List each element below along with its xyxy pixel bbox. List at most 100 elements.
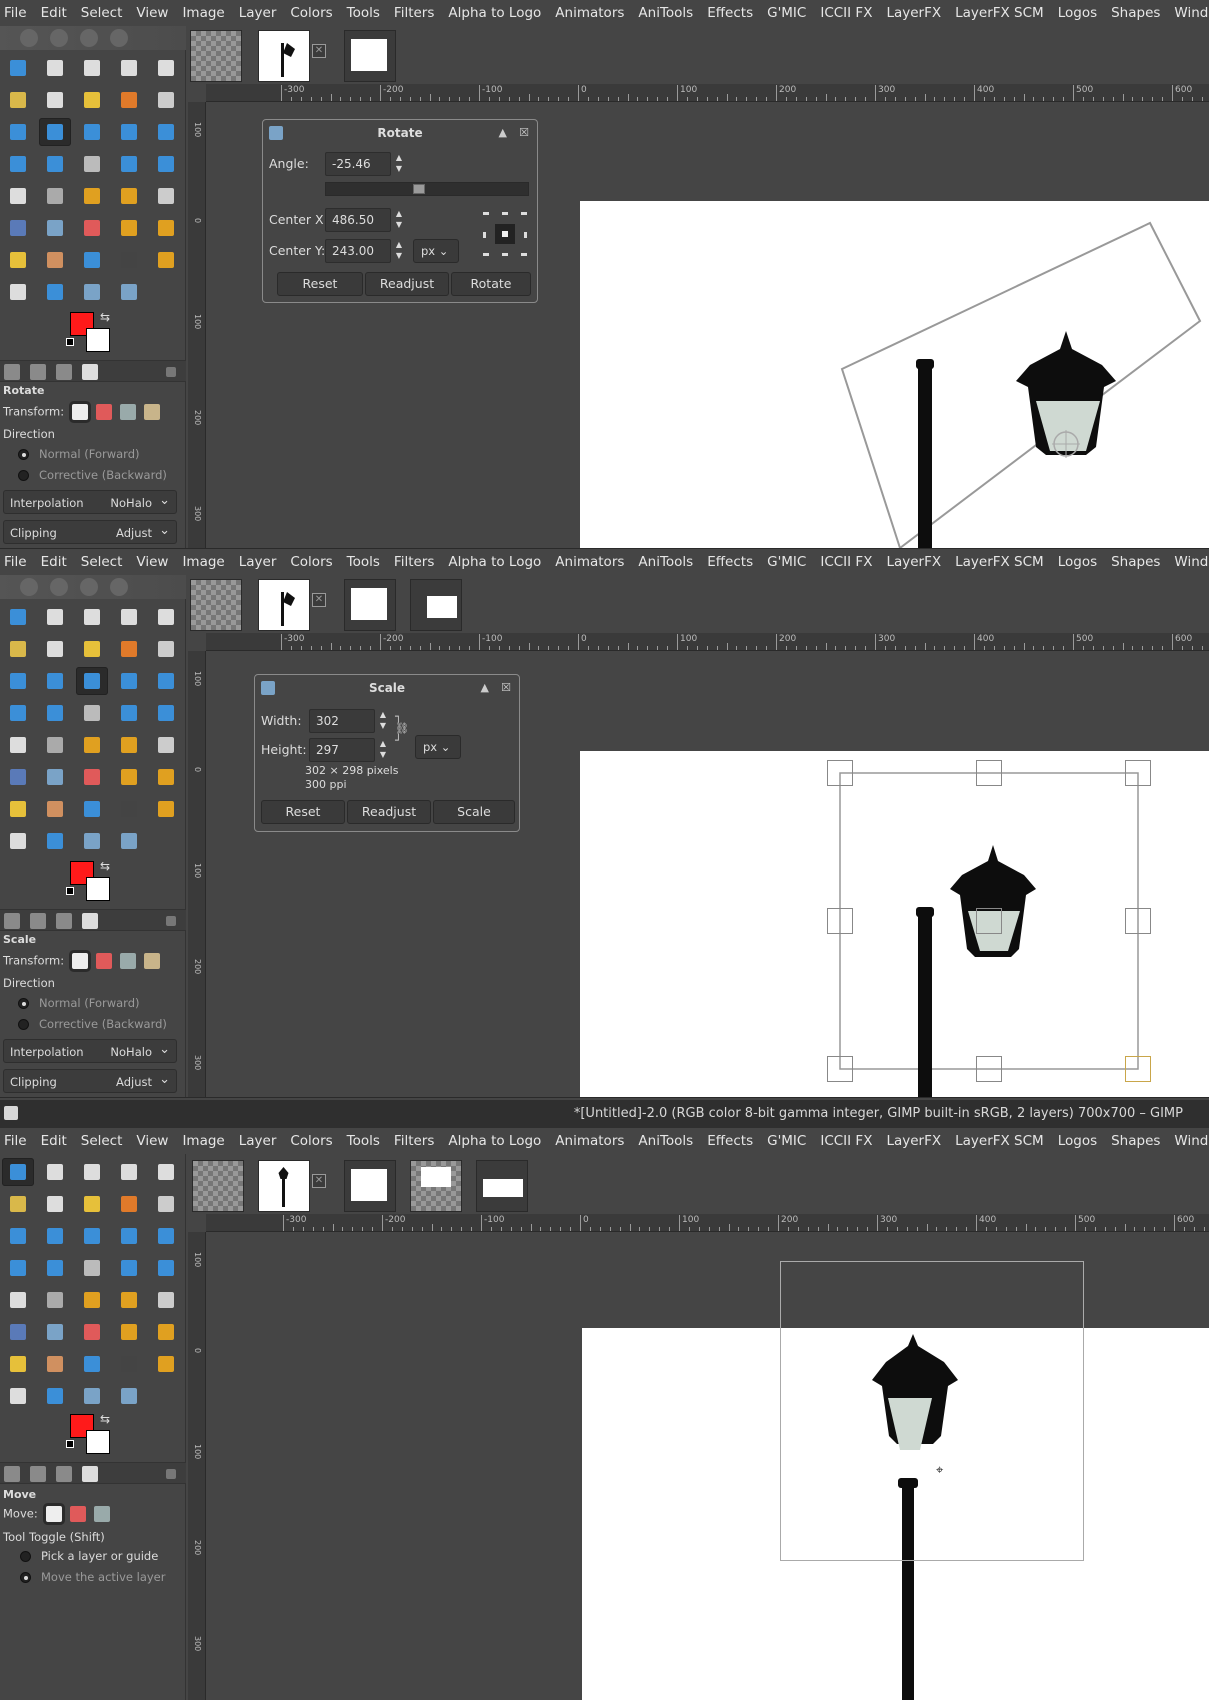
menu-anitools[interactable]: AniTools (638, 1133, 693, 1149)
color-swatches[interactable]: ⇆ (66, 859, 114, 905)
tool-magnify-button[interactable] (113, 827, 145, 855)
tool-handle-transform-button[interactable] (113, 1254, 145, 1282)
menu-edit[interactable]: Edit (41, 554, 67, 570)
swap-colors-icon[interactable]: ⇆ (100, 1412, 110, 1426)
scale-handle-s[interactable] (976, 1056, 1002, 1082)
tool-paintbrush-button[interactable] (76, 731, 108, 759)
tool-handle-transform-button[interactable] (113, 699, 145, 727)
tool-airbrush-button[interactable] (2, 214, 34, 242)
tool-zoom-button[interactable] (76, 278, 108, 306)
tool-color-picker-button[interactable] (113, 1350, 145, 1378)
unit-select[interactable]: px ⌄ (413, 239, 459, 263)
transform-selection-icon[interactable] (96, 404, 113, 420)
default-colors-icon[interactable] (66, 887, 74, 895)
scale-handle-ne[interactable] (1125, 760, 1151, 786)
default-colors-icon[interactable] (66, 338, 74, 346)
device-status-tab-icon[interactable] (30, 913, 46, 929)
clipping-combo[interactable]: Clipping Adjust ⌄ (3, 520, 177, 544)
image-canvas[interactable] (580, 201, 1209, 548)
tool-fuzzy-select-button[interactable] (76, 1190, 108, 1218)
menu-filters[interactable]: Filters (394, 554, 434, 570)
image-canvas[interactable] (580, 751, 1209, 1097)
transform-selection-icon[interactable] (96, 953, 113, 969)
menu-logos[interactable]: Logos (1058, 5, 1097, 21)
tool-smudge-button[interactable] (2, 795, 34, 823)
tool-scissors-button[interactable] (2, 86, 34, 114)
undo-history-tab-icon[interactable] (56, 364, 72, 380)
tool-crop-button[interactable] (2, 1222, 34, 1250)
tool-rotate-button[interactable] (39, 667, 71, 695)
tool-shear-button[interactable] (113, 118, 145, 146)
close-image-icon[interactable]: ✕ (312, 593, 326, 607)
tool-mypaint-brush-button[interactable] (39, 827, 71, 855)
default-colors-icon[interactable] (66, 1440, 74, 1448)
menu-edit[interactable]: Edit (41, 1133, 67, 1149)
chain-link-icon[interactable]: ┐ ⛓ ┘ (395, 711, 409, 747)
tool-color-select-button[interactable] (113, 1190, 145, 1218)
device-status-tab-icon[interactable] (30, 1466, 46, 1482)
tool-flip-button[interactable] (150, 118, 182, 146)
menu-shapes[interactable]: Shapes (1111, 5, 1160, 21)
menu-anitools[interactable]: AniTools (638, 554, 693, 570)
tool-eraser-button[interactable] (76, 763, 108, 791)
tool-foreground-select-button[interactable] (39, 635, 71, 663)
menu-g-mic[interactable]: G'MIC (767, 5, 806, 21)
tool-airbrush-button[interactable] (2, 763, 34, 791)
dialog-shade-icon[interactable]: ▲ (481, 681, 489, 694)
radio-corrective-icon[interactable] (18, 470, 29, 481)
tool-heal-button[interactable] (39, 1318, 71, 1346)
menu-tools[interactable]: Tools (347, 5, 380, 21)
transform-layer-icon[interactable] (72, 404, 89, 420)
tool-pencil-button[interactable] (113, 182, 145, 210)
menu-view[interactable]: View (136, 5, 168, 21)
angle-slider[interactable] (325, 182, 529, 196)
radio-corrective-backward[interactable]: Corrective (Backward) (18, 468, 167, 482)
menu-iccii-fx[interactable]: ICCII FX (820, 1133, 872, 1149)
tool-perspective-button[interactable] (2, 699, 34, 727)
menu-layer[interactable]: Layer (239, 554, 277, 570)
menu-anitools[interactable]: AniTools (638, 5, 693, 21)
menu-shapes[interactable]: Shapes (1111, 554, 1160, 570)
image-thumb-lamp[interactable] (258, 1160, 310, 1212)
radio-pick-layer[interactable]: Pick a layer or guide (20, 1549, 158, 1563)
image-thumb-lamp[interactable] (258, 579, 310, 631)
image-thumb-screenshot-2[interactable] (410, 1160, 462, 1212)
tool-scissors-button[interactable] (2, 635, 34, 663)
move-selection-icon[interactable] (69, 1506, 86, 1522)
menu-effects[interactable]: Effects (707, 554, 753, 570)
background-color-swatch[interactable] (86, 1430, 110, 1454)
tool-cage-button[interactable] (39, 699, 71, 727)
swap-colors-icon[interactable]: ⇆ (100, 310, 110, 324)
tool-ink-button[interactable] (150, 1286, 182, 1314)
tool-gradient-button[interactable] (39, 182, 71, 210)
transform-path-icon[interactable] (120, 404, 137, 420)
height-input[interactable]: 297 (309, 738, 375, 762)
dialog-close-icon[interactable]: ☒ (501, 681, 511, 694)
menu-view[interactable]: View (136, 554, 168, 570)
tool-scale-button[interactable] (76, 1222, 108, 1250)
tool-fuzzy-select-button[interactable] (76, 635, 108, 663)
tool-move-button[interactable] (2, 603, 34, 631)
image-thumb-lamp[interactable] (258, 30, 310, 82)
tool-move-button[interactable] (2, 54, 34, 82)
interpolation-combo[interactable]: Interpolation NoHalo ⌄ (3, 1039, 177, 1063)
center-x-input[interactable]: 486.50 (325, 208, 391, 232)
tool-warp-button[interactable] (76, 699, 108, 727)
menu-g-mic[interactable]: G'MIC (767, 1133, 806, 1149)
tool-color-select-button[interactable] (113, 86, 145, 114)
menu-windows[interactable]: Windows (1174, 554, 1209, 570)
tool-magnify-button[interactable] (113, 1382, 145, 1410)
scale-handle-center[interactable] (976, 908, 1002, 934)
tool-unified-transform-button[interactable] (150, 150, 182, 178)
menu-layerfx-scm[interactable]: LayerFX SCM (955, 1133, 1044, 1149)
radio-pick-icon[interactable] (20, 1551, 31, 1562)
tool-heal-button[interactable] (39, 214, 71, 242)
close-image-icon[interactable]: ✕ (312, 1174, 326, 1188)
tool-shear-button[interactable] (113, 1222, 145, 1250)
tool-perspective-clone-button[interactable] (150, 1318, 182, 1346)
menu-image[interactable]: Image (182, 5, 224, 21)
tool-perspective-button[interactable] (2, 150, 34, 178)
dialog-close-icon[interactable]: ☒ (519, 126, 529, 139)
scale-button[interactable]: Scale (433, 800, 515, 824)
tool-dodge-button[interactable] (39, 1350, 71, 1378)
